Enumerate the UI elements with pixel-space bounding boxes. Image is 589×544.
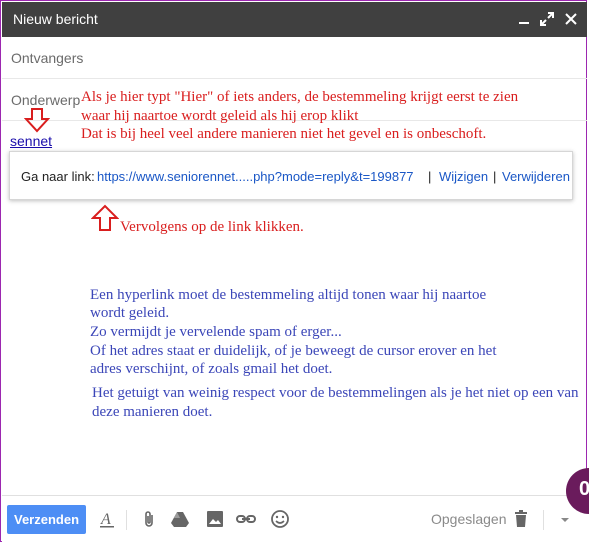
body-link[interactable]: sennet [10,133,52,149]
annotation-red-line-4: Vervolgens op de link klikken. [120,219,304,235]
toolbar-divider [543,510,544,530]
recipients-row[interactable]: Ontvangers [2,37,587,79]
svg-text:A: A [100,511,111,528]
subject-field[interactable]: Onderwerp [11,92,80,108]
minimize-icon[interactable] [515,9,533,29]
annotation-red-line-3: Dat is bij heel veel andere manieren nie… [81,126,487,142]
send-button[interactable]: Verzenden [7,505,86,534]
annotation-red-line-2: waar hij naartoe wordt geleid als hij er… [81,108,359,124]
link-popup-url[interactable]: https://www.seniorennet.....php?mode=rep… [97,169,414,184]
photo-icon[interactable] [205,509,225,529]
annotation-blue-line-4: Of het adres staat er duidelijk, of je b… [90,343,497,359]
annotation-blue-line-6: Het getuigt van weinig respect voor de b… [92,385,579,401]
compose-toolbar: Verzenden A Opgeslagen [2,495,587,543]
annotation-blue-line-1: Een hyperlink moet de bestemmeling altij… [90,287,487,303]
link-change-button[interactable]: Wijzigen [439,169,488,184]
emoji-icon[interactable] [270,509,290,529]
drive-icon[interactable] [170,509,190,529]
compose-title-bar: Nieuw bericht [2,2,587,37]
annotation-blue-line-5: adres verschijnt, of zoals gmail het doe… [90,361,333,377]
more-options-icon[interactable] [555,509,575,529]
link-remove-button[interactable]: Verwijderen [502,169,570,184]
recipients-field[interactable]: Ontvangers [11,50,83,66]
saved-status: Opgeslagen [431,511,507,527]
floating-badge-letter: 0 [579,478,589,500]
annotation-red-line-1: Als je hier typt "Hier" of iets anders, … [81,89,519,105]
arrow-up-icon [90,204,120,237]
link-popup: Ga naar link: https://www.seniorennet...… [9,151,573,200]
compose-window: Nieuw bericht Ontvangers Onderwerp Als j… [0,0,587,543]
link-popup-separator-2: | [493,169,497,184]
trash-icon[interactable] [511,509,531,529]
toolbar-divider [126,510,127,530]
close-icon[interactable] [562,9,580,29]
window-title: Nieuw bericht [13,11,98,27]
expand-icon[interactable] [538,9,556,29]
annotation-blue-line-7: deze manieren doet. [92,404,213,420]
attach-icon[interactable] [139,509,159,529]
link-popup-label: Ga naar link: [21,169,95,184]
annotation-blue-line-3: Zo vermijdt je vervelende spam of erger.… [90,324,342,340]
formatting-icon[interactable]: A [97,509,117,529]
link-popup-separator-1: | [428,169,432,184]
annotation-blue-line-2: wordt geleid. [90,305,170,321]
link-icon[interactable] [236,509,256,529]
